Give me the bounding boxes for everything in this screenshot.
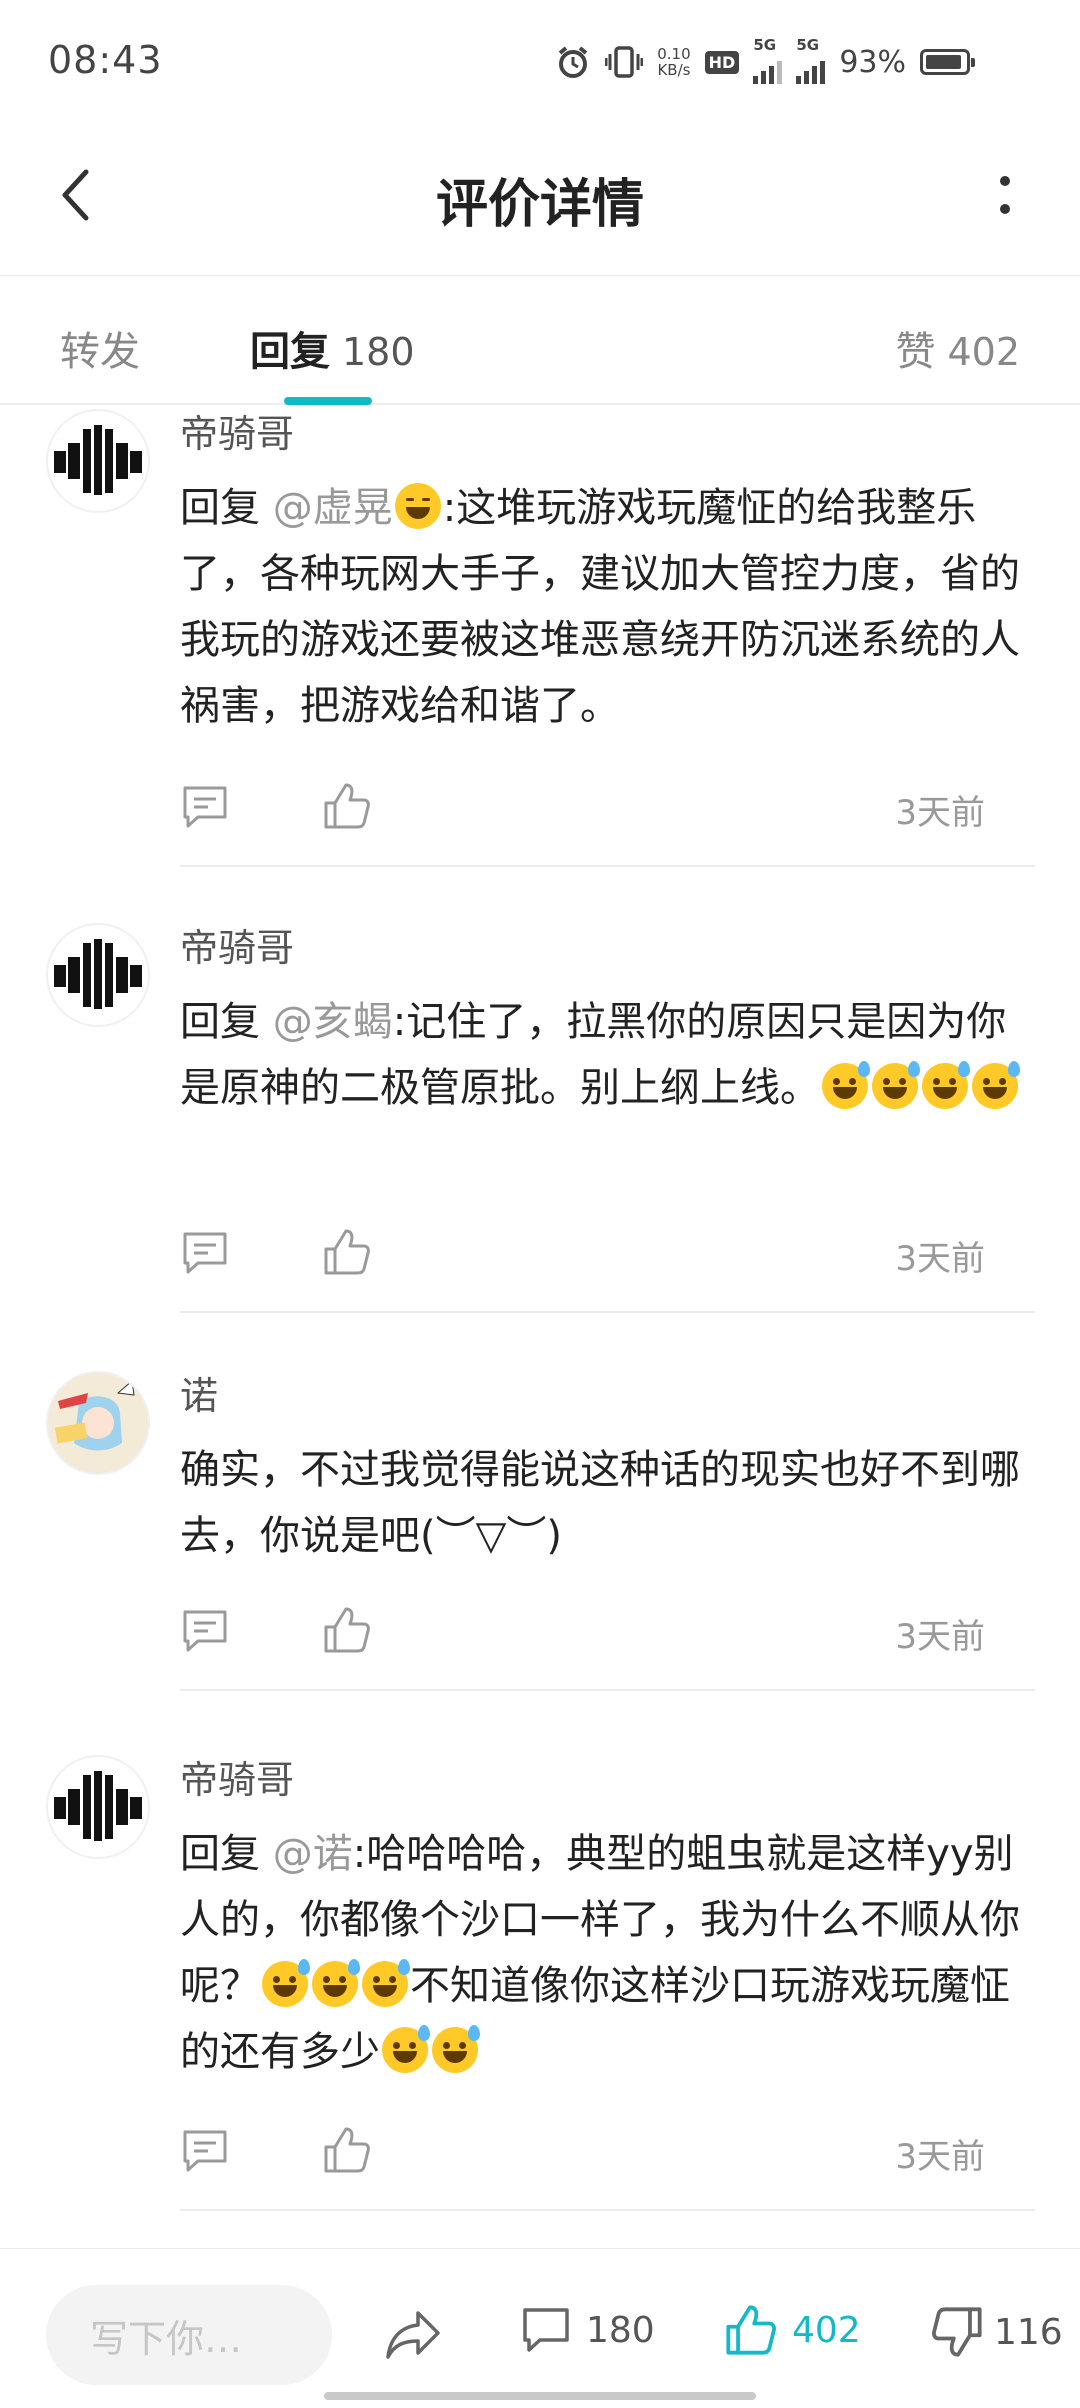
net-speed: 0.10 KB/s [657, 46, 690, 78]
tab-like[interactable]: 赞 402 [895, 319, 1020, 377]
sweat-smile-emoji-icon [382, 2025, 430, 2073]
page-title: 评价详情 [435, 175, 644, 235]
comment-actions: 3天前 [180, 1223, 1025, 1283]
sweat-smile-emoji-icon [872, 1061, 920, 1109]
header: 评价详情 [0, 120, 1080, 276]
battery-percent: 93% [839, 44, 906, 80]
divider [180, 2209, 1035, 2211]
mention-link[interactable]: @诺 [273, 1831, 353, 1877]
tab-reply[interactable]: 回复 180 [250, 319, 415, 377]
tab-active-indicator [284, 397, 372, 405]
tab-forward-label: 转发 [60, 329, 140, 375]
comment-body: 确实，不过我觉得能说这种话的现实也好不到哪去，你说是吧(︶▽︶) [180, 1437, 1025, 1569]
comment-username[interactable]: 诺 [180, 1365, 218, 1420]
net-speed-value: 0.10 [657, 45, 691, 63]
sim1-label: 5G [753, 36, 777, 54]
hd-icon: HD [704, 50, 740, 74]
comment-username[interactable]: 帝骑哥 [180, 1749, 294, 1804]
vibrate-icon [605, 46, 644, 78]
bottom-action-bar: 写下你… 180 402 116 [0, 2248, 1080, 2408]
mention-link[interactable]: @虚晃 [273, 485, 393, 531]
sweat-smile-emoji-icon [312, 1959, 360, 2007]
sweat-smile-emoji-icon [262, 1959, 310, 2007]
reply-button[interactable]: 180 [520, 2305, 655, 2355]
status-time: 08:43 [48, 38, 163, 82]
tab-reply-count: 180 [342, 330, 415, 374]
user-logo-icon [54, 1771, 142, 1841]
divider [180, 865, 1035, 867]
comment-input[interactable]: 写下你… [46, 2285, 332, 2385]
comment-icon [523, 2308, 569, 2352]
share-icon[interactable] [384, 2307, 442, 2363]
thumbs-up-icon[interactable] [322, 1227, 372, 1277]
comment-time: 3天前 [895, 1617, 985, 1657]
battery-icon [920, 49, 975, 75]
net-speed-unit: KB/s [657, 61, 691, 79]
user-logo-icon [54, 425, 142, 495]
home-indicator[interactable] [324, 2392, 756, 2400]
avatar[interactable] [46, 923, 150, 1027]
comment-actions: 3天前 [180, 2121, 1025, 2181]
thumbs-down-icon [932, 2307, 982, 2357]
comment-username[interactable]: 帝骑哥 [180, 917, 294, 972]
reply-count: 180 [586, 2309, 655, 2351]
thumbs-up-icon[interactable] [322, 1605, 372, 1655]
wink-emoji-icon [394, 483, 441, 529]
sim2-label: 5G [796, 36, 820, 54]
dislike-count: 116 [994, 2311, 1063, 2353]
sweat-smile-emoji-icon [362, 1959, 410, 2007]
tab-like-label: 赞 [895, 329, 936, 375]
alarm-icon [558, 46, 588, 78]
more-button[interactable] [970, 160, 1040, 230]
thumbs-up-icon [726, 2305, 776, 2355]
comment-username[interactable]: 帝骑哥 [180, 407, 294, 458]
thumbs-up-icon[interactable] [322, 2125, 372, 2175]
status-icons: 0.10 KB/s HD 5G 5G 93% [555, 36, 975, 84]
user-logo-icon [54, 939, 142, 1009]
like-count: 402 [792, 2309, 861, 2351]
avatar[interactable] [46, 409, 150, 513]
comment-list: 帝骑哥 回复 @虚晃:这堆玩游戏玩魔怔的给我整乐了，各种玩网大手子，建议加大管控… [0, 407, 1080, 2247]
reply-prefix: 回复 [180, 485, 273, 531]
comment-icon[interactable] [180, 783, 230, 831]
tab-bar: 转发 回复 180 赞 402 [0, 277, 1080, 405]
divider [180, 1689, 1035, 1691]
mention-link[interactable]: @亥蝎 [273, 999, 393, 1045]
status-bar: 08:43 0.10 KB/s HD 5G 5G 93% [0, 0, 1080, 120]
divider [180, 1311, 1035, 1313]
comment-time: 3天前 [895, 1239, 985, 1279]
comment-icon[interactable] [180, 1229, 230, 1277]
avatar[interactable] [46, 1371, 150, 1475]
tab-forward[interactable]: 转发 [60, 319, 140, 377]
anime-avatar-icon [48, 1373, 148, 1473]
comment-icon[interactable] [180, 1607, 230, 1655]
tab-like-count: 402 [947, 330, 1020, 374]
sweat-smile-emoji-icon [432, 2025, 480, 2073]
sweat-smile-emoji-icon [972, 1061, 1020, 1109]
sweat-smile-emoji-icon [822, 1061, 870, 1109]
thumbs-up-icon[interactable] [322, 781, 372, 831]
tab-reply-label: 回复 [250, 329, 330, 375]
comment-input-placeholder: 写下你… [90, 2316, 243, 2361]
comment-time: 3天前 [895, 2137, 985, 2177]
dislike-button[interactable]: 116 [930, 2305, 1063, 2359]
signal-icon: 5G [753, 36, 783, 84]
reply-prefix: 回复 [180, 1831, 273, 1877]
comment-text: 确实，不过我觉得能说这种话的现实也好不到哪去，你说是吧(︶▽︶) [180, 1447, 1020, 1559]
like-button[interactable]: 402 [724, 2303, 861, 2357]
comment-body: 回复 @亥蝎:记住了，拉黑你的原因只是因为你是原神的二极管原批。别上纲上线。 [180, 989, 1025, 1121]
reply-prefix: 回复 [180, 999, 273, 1045]
comment-time: 3天前 [895, 793, 985, 833]
avatar[interactable] [46, 1755, 150, 1859]
comment-actions: 3天前 [180, 777, 1025, 837]
comment-body: 回复 @虚晃:这堆玩游戏玩魔怔的给我整乐了，各种玩网大手子，建议加大管控力度，省… [180, 475, 1025, 739]
comment-actions: 3天前 [180, 1601, 1025, 1661]
comment-icon[interactable] [180, 2127, 230, 2175]
more-vertical-icon [1000, 176, 1010, 214]
comment-body: 回复 @诺:哈哈哈哈，典型的蛆虫就是这样yy别人的，你都像个沙口一样了，我为什么… [180, 1821, 1025, 2085]
signal-icon: 5G [796, 36, 826, 84]
sweat-smile-emoji-icon [922, 1061, 970, 1109]
